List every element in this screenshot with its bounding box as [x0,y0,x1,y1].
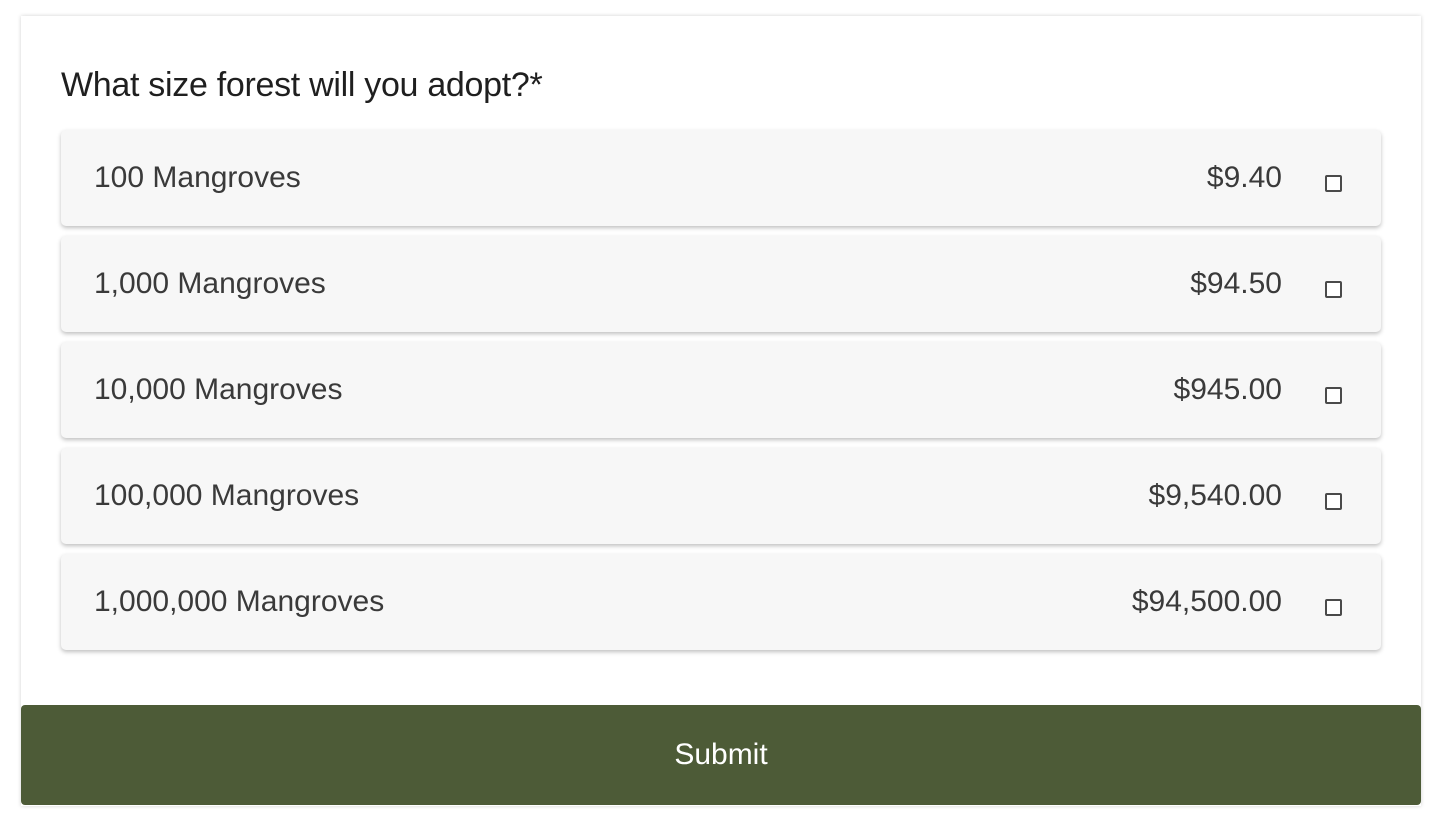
option-price: $94.50 [1190,267,1282,300]
option-label: 10,000 Mangroves [94,373,343,406]
option-checkbox[interactable] [1325,281,1342,298]
option-1000-mangroves[interactable]: 1,000 Mangroves $94.50 [61,236,1381,332]
option-price: $9.40 [1206,161,1282,194]
option-price: $9,540.00 [1148,479,1282,512]
options-list: 100 Mangroves $9.40 1,000 Mangroves $94.… [61,130,1381,660]
option-100000-mangroves[interactable]: 100,000 Mangroves $9,540.00 [61,448,1381,544]
option-checkbox[interactable] [1325,387,1342,404]
option-label: 1,000,000 Mangroves [94,585,385,618]
question-heading: What size forest will you adopt?* [61,66,543,104]
option-10000-mangroves[interactable]: 10,000 Mangroves $945.00 [61,342,1381,438]
option-label: 100,000 Mangroves [94,479,360,512]
option-label: 1,000 Mangroves [94,267,326,300]
option-100-mangroves[interactable]: 100 Mangroves $9.40 [61,130,1381,226]
submit-button[interactable]: Submit [21,705,1421,805]
option-1000000-mangroves[interactable]: 1,000,000 Mangroves $94,500.00 [61,554,1381,650]
option-checkbox[interactable] [1325,599,1342,616]
option-checkbox[interactable] [1325,175,1342,192]
adoption-form-card: What size forest will you adopt?* 100 Ma… [21,16,1421,806]
option-label: 100 Mangroves [94,161,301,194]
option-price: $945.00 [1173,373,1282,406]
option-price: $94,500.00 [1131,585,1282,618]
option-checkbox[interactable] [1325,493,1342,510]
